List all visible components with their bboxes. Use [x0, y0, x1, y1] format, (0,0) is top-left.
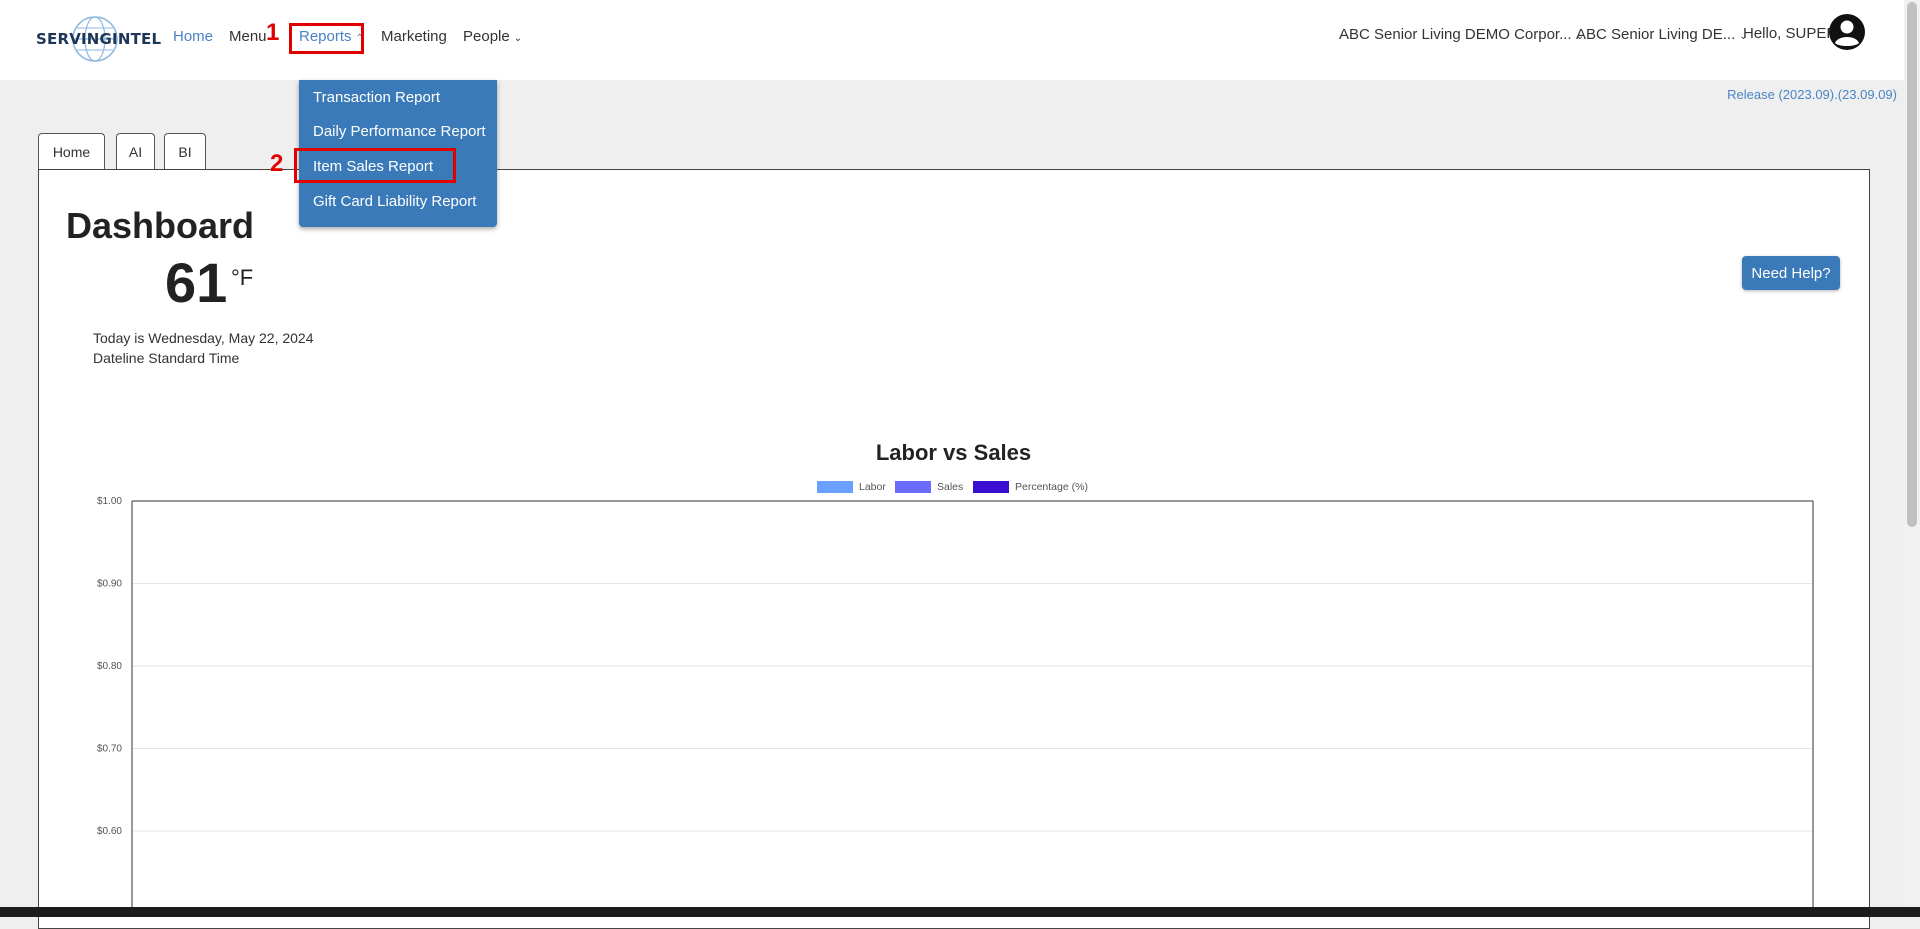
- logo-text: SERVINGINTEL: [36, 30, 162, 48]
- os-taskbar: [0, 907, 1920, 917]
- y-tick-label: $1.00: [97, 496, 122, 507]
- legend-label: Labor: [859, 481, 886, 493]
- legend-label: Sales: [937, 481, 963, 493]
- annotation-step-2: 2: [270, 150, 284, 177]
- legend-label: Percentage (%): [1015, 481, 1088, 493]
- y-tick-label: $0.80: [97, 661, 122, 672]
- y-tick-label: $0.90: [97, 579, 122, 590]
- annotation-box-item-sales: [294, 148, 456, 183]
- legend-swatch: [817, 481, 853, 493]
- y-tick-label: $0.70: [97, 744, 122, 755]
- page-scrollbar-thumb[interactable]: [1907, 2, 1917, 527]
- legend-swatch: [973, 481, 1009, 493]
- y-tick-label: $0.60: [97, 826, 122, 837]
- menu-item-daily-performance-report[interactable]: Daily Performance Report: [313, 123, 486, 140]
- menu-item-gift-card-liability-report[interactable]: Gift Card Liability Report: [313, 193, 476, 210]
- labor-vs-sales-chart: $1.00 $0.90 $0.80 $0.70 $0.60 Labor Sales Perce…: [97, 481, 1814, 907]
- menu-item-transaction-report[interactable]: Transaction Report: [313, 89, 440, 106]
- legend-swatch: [895, 481, 931, 493]
